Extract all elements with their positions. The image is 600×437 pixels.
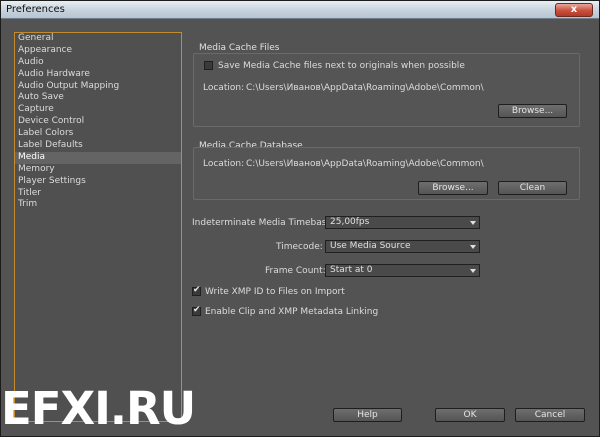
sidebar-item-auto-save[interactable]: Auto Save — [15, 92, 181, 104]
save-cache-next-to-originals-checkbox[interactable] — [204, 61, 213, 70]
frame-count-select[interactable]: Start at 0 — [325, 264, 480, 277]
sidebar-item-general[interactable]: General — [15, 33, 181, 45]
write-xmp-id-label: Write XMP ID to Files on Import — [205, 287, 345, 297]
sidebar-item-player-settings[interactable]: Player Settings — [15, 176, 181, 188]
timebase-value: 25,00fps — [330, 217, 370, 227]
timecode-select[interactable]: Use Media Source — [325, 240, 480, 253]
timecode-label: Timecode: — [276, 242, 323, 252]
frame-count-value: Start at 0 — [330, 265, 373, 275]
timebase-label: Indeterminate Media Timebase: — [192, 218, 336, 228]
timecode-value: Use Media Source — [330, 241, 411, 251]
window-title: Preferences — [6, 4, 65, 15]
sidebar-item-device-control[interactable]: Device Control — [15, 116, 181, 128]
media-cache-files-browse-button[interactable]: Browse... — [498, 104, 567, 118]
chevron-down-icon — [470, 245, 476, 249]
preferences-category-list: General Appearance Audio Audio Hardware … — [14, 32, 182, 422]
sidebar-item-audio-output-mapping[interactable]: Audio Output Mapping — [15, 81, 181, 93]
media-cache-files-location-path: C:\Users\Иванов\AppData\Roaming\Adobe\Co… — [246, 83, 484, 93]
close-button[interactable]: x — [555, 3, 593, 17]
sidebar-item-memory[interactable]: Memory — [15, 164, 181, 176]
checkmark-icon: ✔ — [193, 305, 201, 315]
media-cache-database-location-label: Location: — [203, 159, 245, 169]
media-cache-files-location-label: Location: — [203, 83, 245, 93]
sidebar-item-audio-hardware[interactable]: Audio Hardware — [15, 69, 181, 81]
ok-button[interactable]: OK — [435, 408, 505, 422]
media-cache-database-browse-button[interactable]: Browse... — [418, 181, 488, 195]
timebase-select[interactable]: 25,00fps — [325, 216, 480, 229]
enable-clip-xmp-linking-checkbox[interactable]: ✔ — [192, 305, 201, 316]
help-button[interactable]: Help — [333, 408, 402, 422]
sidebar-item-appearance[interactable]: Appearance — [15, 45, 181, 57]
sidebar-item-label-defaults[interactable]: Label Defaults — [15, 140, 181, 152]
sidebar-item-media[interactable]: Media — [15, 151, 181, 164]
enable-clip-xmp-linking-label: Enable Clip and XMP Metadata Linking — [205, 307, 379, 317]
sidebar-item-titler[interactable]: Titler — [15, 188, 181, 200]
frame-count-label: Frame Count: — [265, 266, 326, 276]
title-bar[interactable]: Preferences x — [1, 1, 599, 19]
media-cache-files-title: Media Cache Files — [199, 43, 280, 53]
sidebar-item-trim[interactable]: Trim — [15, 199, 181, 211]
write-xmp-id-checkbox[interactable]: ✔ — [192, 285, 201, 296]
sidebar-item-label-colors[interactable]: Label Colors — [15, 128, 181, 140]
close-icon: x — [570, 4, 578, 15]
cancel-button[interactable]: Cancel — [515, 408, 585, 422]
chevron-down-icon — [470, 221, 476, 225]
checkmark-icon: ✔ — [193, 285, 201, 295]
save-cache-next-to-originals-label: Save Media Cache files next to originals… — [218, 61, 465, 71]
media-cache-database-location-path: C:\Users\Иванов\AppData\Roaming\Adobe\Co… — [246, 159, 484, 169]
chevron-down-icon — [470, 269, 476, 273]
watermark-text: EFXI.RU — [1, 382, 196, 435]
media-cache-clean-button[interactable]: Clean — [498, 181, 567, 195]
sidebar-item-audio[interactable]: Audio — [15, 57, 181, 69]
sidebar-item-capture[interactable]: Capture — [15, 104, 181, 116]
preferences-window: Preferences x General Appearance Audio A… — [0, 0, 600, 437]
